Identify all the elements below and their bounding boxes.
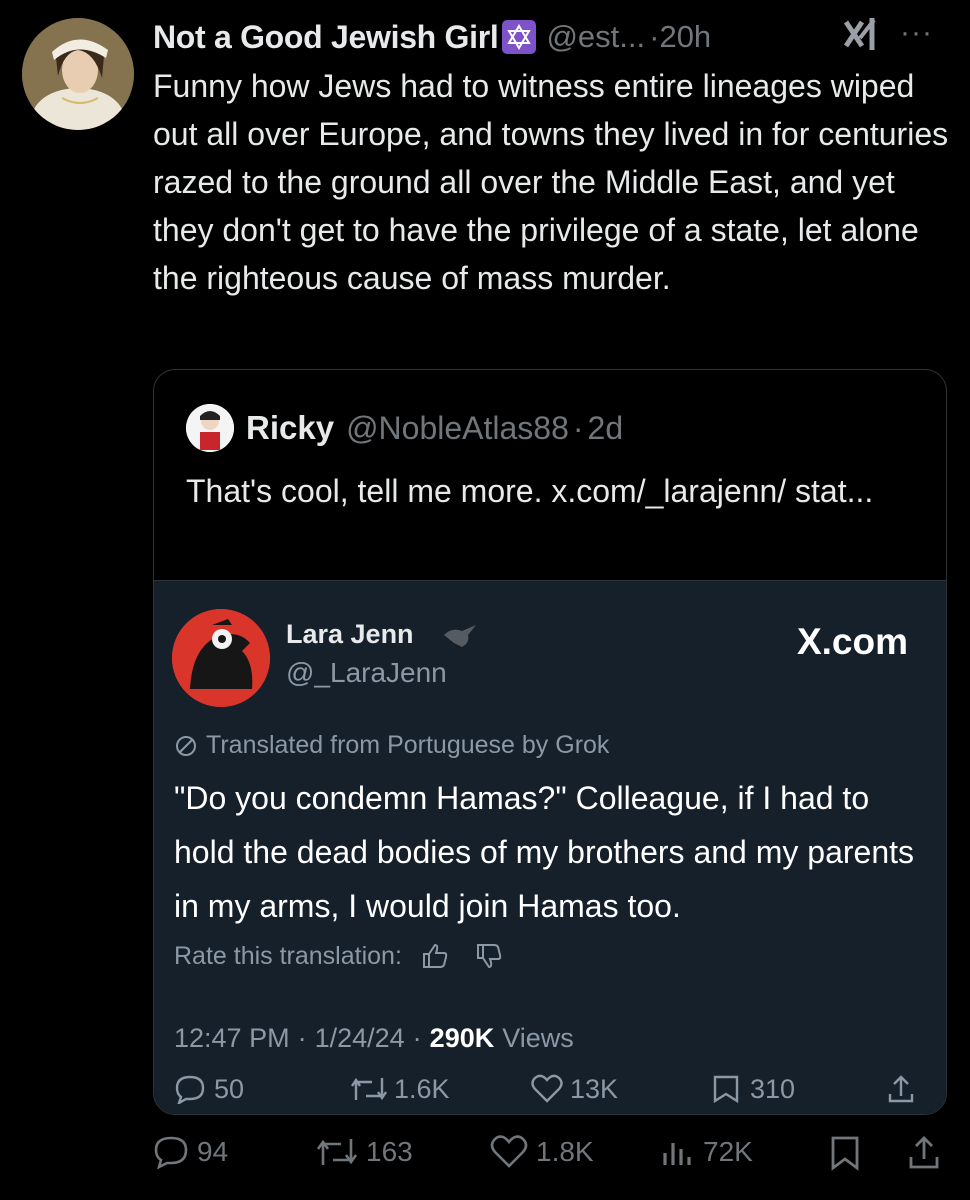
time-separator: ·	[649, 19, 660, 54]
share-button[interactable]	[907, 1135, 941, 1171]
embedded-author-handle: @_LaraJenn	[286, 657, 447, 688]
repost-count: 163	[366, 1136, 413, 1167]
embedded-reply: 50	[174, 1074, 244, 1105]
rate-label: Rate this translation:	[174, 941, 402, 970]
author-handle[interactable]: @est...	[546, 19, 645, 55]
embedded-repost: 1.6K	[350, 1074, 450, 1105]
quoted-time-separator: ·	[572, 409, 584, 446]
thumbs-up-icon	[420, 941, 450, 971]
tweet-actions: 94 163 1.8K 72K	[153, 1135, 953, 1179]
quoted-avatar[interactable]	[186, 404, 234, 452]
embedded-author-name: Lara Jenn	[286, 619, 414, 649]
tweet-time[interactable]: 20h	[659, 19, 711, 55]
quoted-text: That's cool, tell me more. x.com/_laraje…	[186, 473, 874, 509]
reply-button[interactable]: 94	[153, 1135, 228, 1169]
bookmark-icon	[713, 1075, 739, 1104]
embedded-bookmark-count: 310	[750, 1073, 796, 1104]
author-avatar[interactable]	[22, 18, 134, 130]
share-icon	[909, 1136, 939, 1169]
translate-icon	[174, 734, 198, 758]
thumbs-down-icon	[474, 941, 504, 971]
embedded-repost-count: 1.6K	[394, 1073, 450, 1104]
meta-sep-2: ·	[412, 1023, 422, 1053]
reply-icon	[175, 1075, 205, 1104]
views-count-main: 72K	[703, 1136, 753, 1167]
like-icon	[531, 1074, 563, 1103]
like-button[interactable]: 1.8K	[490, 1135, 594, 1169]
translated-row: Translated from Portuguese by Grok	[174, 731, 609, 760]
share-icon	[888, 1075, 914, 1103]
views-icon	[663, 1143, 691, 1165]
views-label: Views	[502, 1023, 574, 1053]
embedded-reply-count: 50	[214, 1073, 245, 1104]
embedded-time: 12:47 PM	[174, 1023, 290, 1053]
repost-icon	[351, 1077, 387, 1101]
meta-sep-1: ·	[297, 1023, 307, 1053]
quoted-time: 2d	[587, 409, 624, 446]
star-of-david-icon	[502, 20, 537, 54]
embedded-like-count: 13K	[570, 1073, 619, 1104]
grok-icon[interactable]	[838, 12, 882, 61]
bird-icon	[442, 621, 478, 656]
embedded-meta: 12:47 PM · 1/24/24 · 290K Views	[174, 1023, 574, 1054]
embedded-post-image[interactable]: Lara Jenn @_LaraJenn X.com Translated fr…	[154, 580, 946, 1114]
bookmark-icon	[831, 1136, 859, 1171]
quoted-tweet-header: Ricky @NobleAtlas88 · 2d	[186, 404, 623, 452]
author-name[interactable]: Not a Good Jewish Girl	[153, 19, 499, 56]
like-count: 1.8K	[536, 1136, 594, 1167]
embedded-share	[886, 1074, 916, 1104]
quoted-author-handle[interactable]: @NobleAtlas88	[346, 410, 569, 447]
like-icon	[490, 1135, 528, 1168]
quoted-author-name[interactable]: Ricky	[246, 409, 334, 447]
bookmark-button[interactable]	[829, 1135, 861, 1171]
embedded-date: 1/24/24	[314, 1023, 405, 1053]
site-label: X.com	[796, 621, 908, 662]
repost-icon	[316, 1139, 358, 1165]
reply-icon	[154, 1136, 188, 1169]
embedded-like: 13K	[530, 1074, 618, 1105]
views-count: 290K	[429, 1023, 495, 1053]
rate-translation-row: Rate this translation:	[174, 941, 504, 971]
translated-label: Translated from Portuguese by Grok	[206, 731, 610, 759]
embedded-text: "Do you condemn Hamas?" Colleague, if I …	[174, 780, 914, 924]
tweet-text: Funny how Jews had to witness entire lin…	[153, 68, 949, 296]
embedded-avatar	[172, 609, 270, 707]
reply-count: 94	[197, 1136, 229, 1167]
quoted-tweet[interactable]: Ricky @NobleAtlas88 · 2d That's cool, te…	[153, 369, 947, 1115]
embedded-bookmark: 310	[712, 1074, 795, 1105]
more-icon[interactable]: ···	[900, 16, 933, 50]
repost-button[interactable]: 163	[316, 1135, 413, 1169]
views-button[interactable]: 72K	[661, 1135, 753, 1169]
tweet-header: Not a Good Jewish Girl @est... · 20h	[153, 14, 953, 60]
